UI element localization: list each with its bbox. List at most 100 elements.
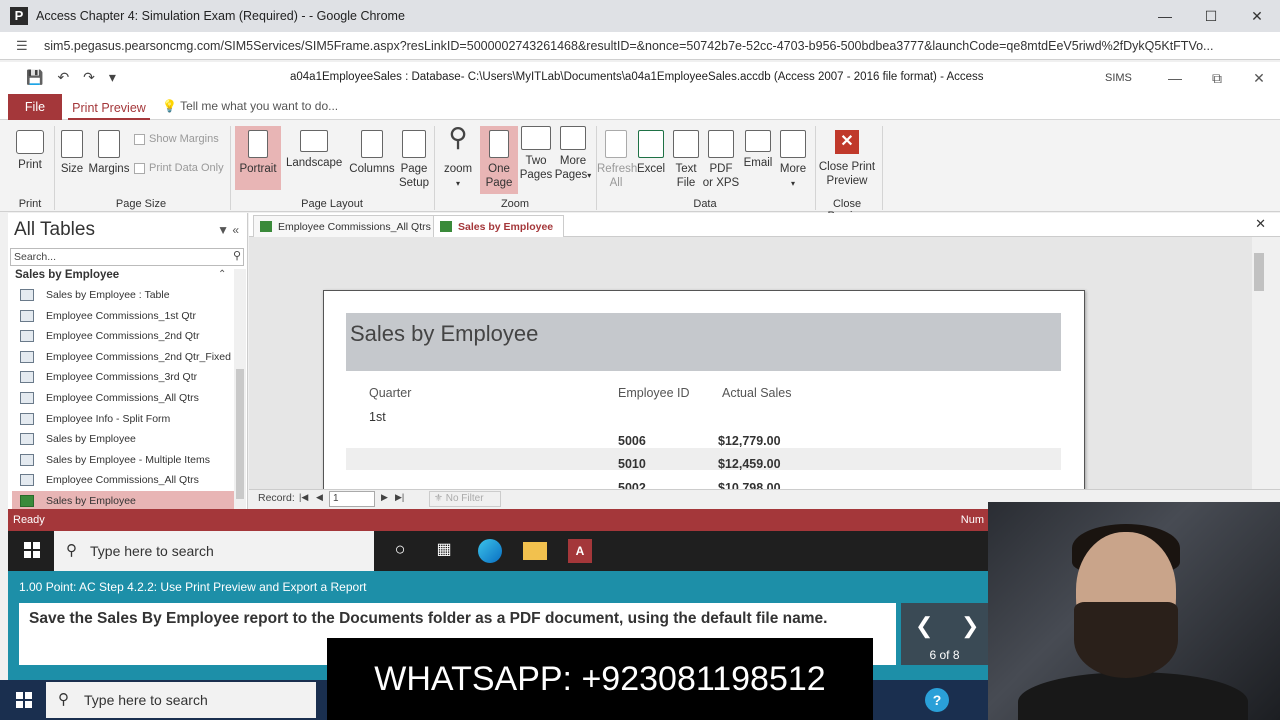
collapse-icon[interactable]: ⌃ xyxy=(218,269,226,280)
access-title-bar: 💾 ↶ ↷ ▾ a04a1EmployeeSales : Database- C… xyxy=(0,62,1280,94)
address-bar[interactable]: ☰ sim5.pegasus.pearsoncmg.com/SIM5Servic… xyxy=(0,32,1280,60)
pdf-xps-button[interactable]: PDF or XPS xyxy=(702,130,740,190)
close-document-icon[interactable]: ✕ xyxy=(1255,216,1266,232)
tab-employee-commissions[interactable]: Employee Commissions_All Qtrs xyxy=(253,215,442,237)
portrait-button[interactable]: Portrait xyxy=(235,126,281,190)
nav-item-label: Sales by Employee - Multiple Items xyxy=(46,453,210,466)
close-icon[interactable]: ✕ xyxy=(1234,0,1280,32)
undo-icon[interactable]: ↶ xyxy=(57,69,69,86)
ribbon-tabs: File Print Preview 💡 Tell me what you wa… xyxy=(0,94,1280,120)
search-icon[interactable]: ⚲ xyxy=(233,249,241,262)
nav-list-item[interactable]: Employee Commissions_All Qtrs xyxy=(12,470,234,490)
tab-sales-by-employee[interactable]: Sales by Employee xyxy=(433,215,565,237)
two-pages-button[interactable]: Two Pages xyxy=(518,126,554,182)
nav-list-item[interactable]: Employee Commissions_2nd Qtr xyxy=(12,326,234,346)
access-close-icon[interactable]: ✕ xyxy=(1238,62,1280,94)
excel-button[interactable]: Excel xyxy=(636,130,666,176)
nav-item-label: Employee Info - Split Form xyxy=(46,412,171,425)
cortana-icon[interactable]: ○ xyxy=(388,539,412,563)
next-step-icon[interactable]: ❯ xyxy=(961,613,979,639)
first-record-icon[interactable]: |◀ xyxy=(299,492,308,503)
site-settings-icon[interactable]: ☰ xyxy=(16,38,34,54)
navigation-pane: All Tables ▼ « Search... ⚲ Sales by Empl… xyxy=(8,213,248,511)
print-preview-canvas[interactable]: Sales by Employee Quarter Employee ID Ac… xyxy=(249,237,1252,491)
nav-list-item[interactable]: Employee Commissions_1st Qtr xyxy=(12,306,234,326)
landscape-button[interactable]: Landscape xyxy=(286,130,342,170)
nav-item-label: Employee Commissions_3rd Qtr xyxy=(46,371,198,384)
portrait-icon xyxy=(248,130,268,158)
next-record-icon[interactable]: ▶ xyxy=(381,492,388,503)
table-row-employee-id: 5006 xyxy=(618,434,646,448)
access-restore-icon[interactable]: ⧉ xyxy=(1196,62,1238,94)
object-icon xyxy=(20,350,34,363)
refresh-all-button[interactable]: Refresh All xyxy=(597,130,637,190)
previous-record-icon[interactable]: ◀ xyxy=(316,492,323,503)
nav-list-item[interactable]: Sales by Employee : Table xyxy=(12,285,234,305)
nav-list-item[interactable]: Employee Commissions_All Qtrs xyxy=(12,388,234,408)
nav-item-label: Employee Commissions_2nd Qtr_Fixed xyxy=(46,350,231,363)
printer-icon xyxy=(16,130,44,154)
last-record-icon[interactable]: ▶| xyxy=(395,492,404,503)
more-export-button[interactable]: More ▾ xyxy=(776,130,810,191)
redo-icon[interactable]: ↷ xyxy=(83,69,95,86)
print-button[interactable]: Print xyxy=(12,130,48,172)
help-icon[interactable]: ? xyxy=(925,688,949,712)
previous-step-icon[interactable]: ❮ xyxy=(915,613,933,639)
nav-list-item[interactable]: Sales by Employee xyxy=(12,491,234,511)
preview-scrollbar[interactable] xyxy=(1252,237,1266,489)
nav-list-item[interactable]: Employee Commissions_3rd Qtr xyxy=(12,367,234,387)
size-button[interactable]: Size xyxy=(58,130,86,176)
whatsapp-banner: WHATSAPP: +923081198512 xyxy=(327,638,873,720)
show-margins-checkbox[interactable]: Show Margins xyxy=(134,133,219,145)
edge-icon[interactable] xyxy=(478,539,502,563)
close-print-preview-button[interactable]: ✕ Close Print Preview xyxy=(817,130,877,188)
url-text[interactable]: sim5.pegasus.pearsoncmg.com/SIM5Services… xyxy=(44,39,1264,53)
margins-button[interactable]: Margins xyxy=(88,130,130,176)
customize-qat-icon[interactable]: ▾ xyxy=(109,69,116,86)
nav-list-item[interactable]: Employee Info - Split Form xyxy=(12,409,234,429)
nav-list-item[interactable]: Sales by Employee xyxy=(12,429,234,449)
excel-icon xyxy=(638,130,664,158)
nav-scrollbar[interactable] xyxy=(234,269,246,509)
tab-print-preview[interactable]: Print Preview xyxy=(68,94,150,120)
text-file-button[interactable]: Text File xyxy=(670,130,702,190)
nav-menu-icon[interactable]: ▼ xyxy=(217,223,229,237)
email-button[interactable]: Email xyxy=(742,130,774,170)
tab-file[interactable]: File xyxy=(8,94,62,120)
page-setup-button[interactable]: Page Setup xyxy=(398,130,430,190)
windows-start-icon[interactable] xyxy=(24,542,40,558)
one-page-button[interactable]: One Page xyxy=(480,126,518,194)
inner-taskbar: ⚲ Type here to search ○ ▦ A xyxy=(8,531,988,571)
no-filter-button[interactable]: ⚜ No Filter xyxy=(429,491,501,507)
minimize-icon[interactable]: — xyxy=(1142,0,1188,32)
page-setup-icon xyxy=(402,130,426,158)
task-view-icon[interactable]: ▦ xyxy=(432,539,456,563)
header-actual-sales: Actual Sales xyxy=(722,386,792,400)
record-label: Record: xyxy=(258,492,295,504)
webcam-overlay xyxy=(988,502,1280,720)
shutter-bar-icon[interactable]: « xyxy=(232,223,239,237)
nav-list-item[interactable]: Sales by Employee - Multiple Items xyxy=(12,450,234,470)
search-icon: ⚲ xyxy=(66,542,77,559)
tell-me-box[interactable]: 💡 Tell me what you want to do... xyxy=(162,99,338,113)
nav-search-input[interactable]: Search... ⚲ xyxy=(10,248,244,266)
windows-start-icon[interactable] xyxy=(16,692,32,708)
more-pages-button[interactable]: More Pages▾ xyxy=(554,126,592,183)
taskbar-search-box[interactable]: ⚲ Type here to search xyxy=(54,531,374,571)
file-explorer-icon[interactable] xyxy=(523,542,547,560)
nav-list-item[interactable]: Employee Commissions_2nd Qtr_Fixed xyxy=(12,347,234,367)
save-icon[interactable]: 💾 xyxy=(26,69,43,86)
browser-title: Access Chapter 4: Simulation Exam (Requi… xyxy=(36,9,405,23)
zoom-button[interactable]: ⚲ zoom ▾ xyxy=(440,124,476,191)
taskbar-search-box[interactable]: ⚲ Type here to search xyxy=(46,682,316,718)
access-app-icon[interactable]: A xyxy=(568,539,592,563)
columns-button[interactable]: Columns xyxy=(348,130,396,176)
nav-group-header[interactable]: Sales by Employee xyxy=(15,269,119,281)
maximize-icon[interactable]: ☐ xyxy=(1188,0,1234,32)
access-minimize-icon[interactable]: — xyxy=(1154,62,1196,94)
nav-item-label: Sales by Employee : Table xyxy=(46,289,170,301)
nav-header[interactable]: All Tables xyxy=(14,219,95,241)
user-name[interactable]: SIMS xyxy=(1105,72,1132,84)
print-data-only-checkbox[interactable]: Print Data Only xyxy=(134,162,224,174)
current-record-input[interactable]: 1 xyxy=(329,491,375,507)
